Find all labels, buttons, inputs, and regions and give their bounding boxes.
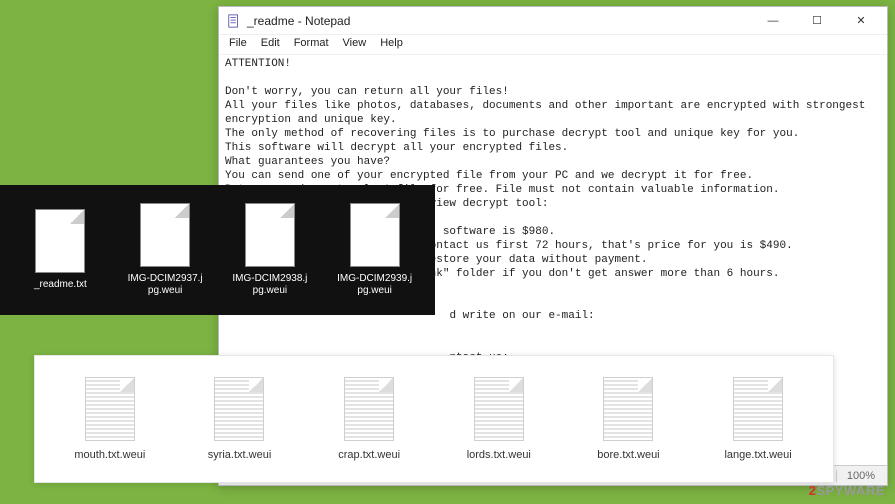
file-label: bore.txt.weui [597, 449, 659, 461]
file-icon [344, 377, 394, 441]
menu-view[interactable]: View [337, 35, 373, 54]
file-item[interactable]: crap.txt.weui [314, 377, 424, 461]
menu-help[interactable]: Help [374, 35, 409, 54]
file-item[interactable]: IMG-DCIM2938.j pg.weui [220, 203, 320, 297]
file-label: _readme.txt [34, 279, 87, 291]
window-title: _readme - Notepad [247, 14, 751, 28]
titlebar[interactable]: _readme - Notepad — ☐ ✕ [219, 7, 887, 35]
watermark: 2SPYWARE [809, 483, 885, 498]
menu-edit[interactable]: Edit [255, 35, 286, 54]
close-button[interactable]: ✕ [839, 7, 883, 35]
notepad-icon [227, 14, 241, 28]
file-icon [140, 203, 190, 267]
file-item[interactable]: _readme.txt [10, 209, 110, 291]
dark-file-strip: _readme.txt IMG-DCIM2937.j pg.weui IMG-D… [0, 185, 435, 315]
file-item[interactable]: lords.txt.weui [444, 377, 554, 461]
file-label: lords.txt.weui [467, 449, 531, 461]
watermark-text: SPYWARE [816, 483, 885, 498]
file-icon [245, 203, 295, 267]
zoom-level: 100% [836, 470, 875, 482]
menu-format[interactable]: Format [288, 35, 335, 54]
file-icon [603, 377, 653, 441]
file-icon [733, 377, 783, 441]
file-item[interactable]: lange.txt.weui [703, 377, 813, 461]
file-label: IMG-DCIM2937.j pg.weui [115, 273, 215, 297]
file-icon [474, 377, 524, 441]
menu-file[interactable]: File [223, 35, 253, 54]
file-icon [214, 377, 264, 441]
file-label: syria.txt.weui [208, 449, 272, 461]
file-label: IMG-DCIM2938.j pg.weui [220, 273, 320, 297]
file-item[interactable]: syria.txt.weui [184, 377, 294, 461]
file-label: mouth.txt.weui [74, 449, 145, 461]
file-label: lange.txt.weui [724, 449, 791, 461]
white-file-strip: mouth.txt.weui syria.txt.weui crap.txt.w… [34, 355, 834, 483]
minimize-button[interactable]: — [751, 7, 795, 35]
menubar: File Edit Format View Help [219, 35, 887, 55]
file-label: IMG-DCIM2939.j pg.weui [325, 273, 425, 297]
maximize-button[interactable]: ☐ [795, 7, 839, 35]
file-item[interactable]: mouth.txt.weui [55, 377, 165, 461]
file-label: crap.txt.weui [338, 449, 400, 461]
file-item[interactable]: IMG-DCIM2937.j pg.weui [115, 203, 215, 297]
file-icon [35, 209, 85, 273]
file-icon [85, 377, 135, 441]
file-item[interactable]: IMG-DCIM2939.j pg.weui [325, 203, 425, 297]
file-item[interactable]: bore.txt.weui [573, 377, 683, 461]
file-icon [350, 203, 400, 267]
